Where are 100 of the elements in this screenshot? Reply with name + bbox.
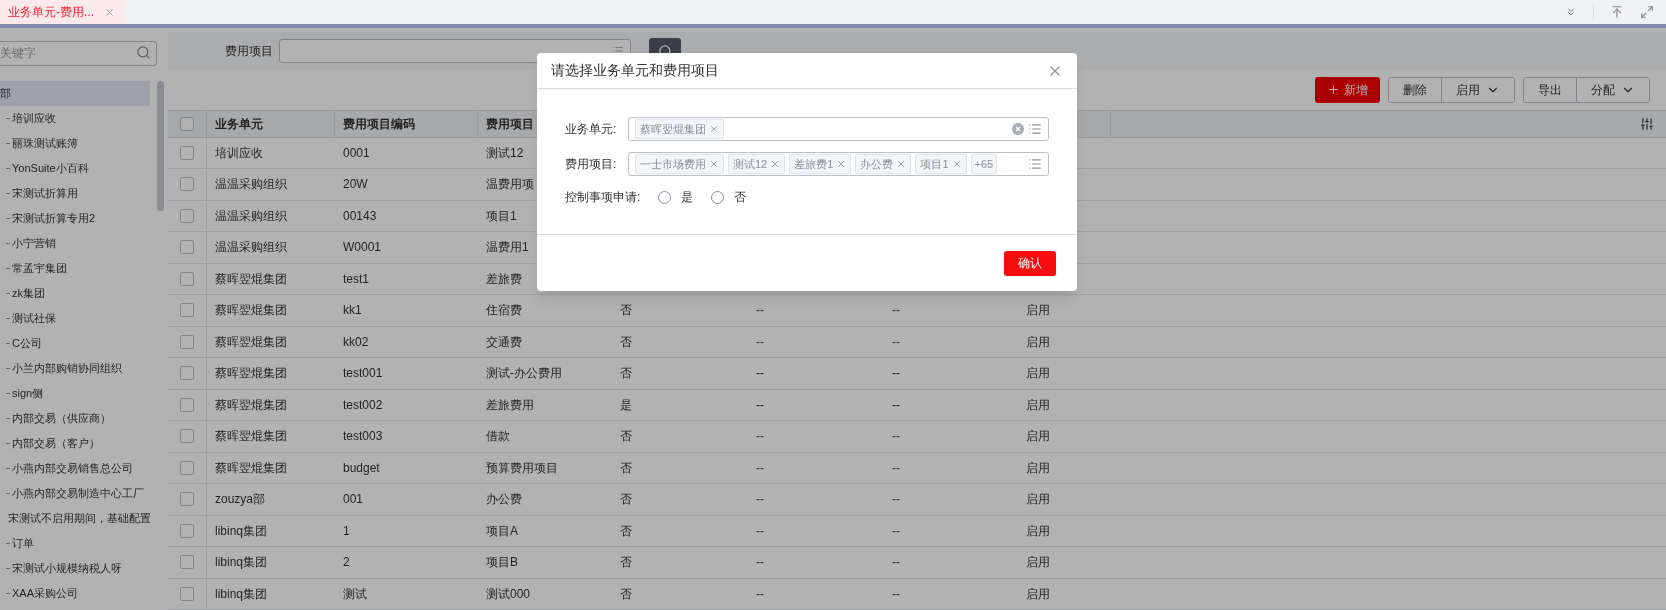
table-cell-text: W0001 [343,239,382,257]
table-cell-text: 培训应收 [215,144,263,162]
row-checkbox[interactable] [180,586,194,601]
column-header[interactable]: 业务单元 [215,114,263,133]
remove-icon[interactable] [896,159,907,169]
remove-icon[interactable] [836,159,847,169]
remove-icon[interactable] [770,159,781,169]
table-cell-text: 否 [620,428,632,446]
toolbar-button[interactable]: 删除 [1389,77,1442,102]
page-tab[interactable]: 业务单元-费用... [0,0,123,24]
row-checkbox[interactable] [180,492,194,507]
radio-option[interactable]: 否 [711,188,747,206]
collapse-icon[interactable] [1565,6,1577,18]
upload-icon[interactable] [1610,5,1624,19]
row-checkbox[interactable] [180,208,194,223]
tree-item[interactable]: 常孟宇集团 [0,256,150,281]
list-icon[interactable] [1028,157,1042,171]
add-button[interactable]: 新增 [1315,76,1380,103]
row-checkbox[interactable] [180,145,194,160]
tree-item[interactable]: 培训应收 [0,106,150,131]
fullscreen-icon[interactable] [1640,5,1654,19]
row-checkbox[interactable] [180,555,194,570]
tree-item[interactable]: 内部交易（供应商） [0,406,150,431]
search-icon[interactable] [136,45,151,60]
table-cell-text: 温费用1 [486,239,529,257]
column-header[interactable]: 费用项目 [486,114,534,133]
row-checkbox[interactable] [180,397,194,412]
tree-item[interactable]: XAA采购公司 [0,581,150,606]
table-cell-text: 差旅费用 [486,396,534,414]
row-checkbox[interactable] [180,116,194,131]
table-cell-text: 否 [620,459,632,477]
table-cell-text: zouzya部 [215,491,266,509]
tree-item[interactable]: C公司 [0,331,150,356]
row-checkbox[interactable] [180,460,194,475]
clear-icon[interactable] [1012,123,1024,135]
tree-item[interactable]: YonSuite小百科 [0,156,150,181]
table-cell-text: 1 [343,522,350,540]
tree-item[interactable]: 测试社保 [0,306,150,331]
field-label: 业务单元: [565,121,618,138]
table-cell-text: -- [892,491,900,509]
row-checkbox[interactable] [180,429,194,444]
row-checkbox[interactable] [180,523,194,538]
column-header[interactable]: 费用项目编码 [343,114,415,133]
plus-icon [1327,83,1340,97]
table-cell-text: -- [756,302,764,320]
table-cell-text: 否 [620,365,632,383]
tree-item[interactable]: 宋测试不启用期间，基础配置 [0,506,150,531]
table-cell-text: 蔡晖翌焜集团 [215,396,287,414]
table-cell-text: 20W [343,176,368,194]
confirm-button[interactable]: 确认 [1004,250,1056,276]
tree-item[interactable]: 小燕内部交易制造中心工厂 [0,481,150,506]
table-cell-text: 启用 [1026,396,1050,414]
table-cell-text: 否 [620,522,632,540]
tree-item[interactable]: 订单 [0,531,150,556]
search-field[interactable]: 关键字 [0,40,157,66]
tree-item[interactable]: 宋测试折算用 [0,181,150,206]
column-settings-icon[interactable] [1640,116,1654,131]
row-checkbox[interactable] [180,334,194,349]
tree-item[interactable]: 小燕内部交易销售总公司 [0,456,150,481]
table-cell-text: 差旅费 [486,270,522,288]
tree-item[interactable]: 丽珠测试账簿 [0,131,150,156]
table-cell-text: -- [892,396,900,414]
close-icon[interactable] [104,6,115,18]
row-checkbox[interactable] [180,271,194,286]
row-checkbox[interactable] [180,366,194,381]
table-cell-text: -- [892,302,900,320]
radio-option[interactable]: 是 [658,188,694,206]
row-checkbox[interactable] [180,240,194,255]
tree-item[interactable]: zk集团 [0,281,150,306]
remove-icon[interactable] [709,159,719,169]
table-cell-text: 否 [620,585,632,603]
scrollbar-thumb[interactable] [157,81,164,211]
table-cell-text: 00143 [343,207,377,225]
table-cell-text: -- [892,585,900,603]
table-cell-text: 交通费 [486,333,522,351]
tree-item[interactable]: 内部交易（客户） [0,431,150,456]
row-checkbox[interactable] [180,177,194,192]
tree-item[interactable]: 宋测试小规模纳税人呀 [0,556,150,581]
table-cell-text: 蔡晖翌焜集团 [215,302,287,320]
tag: 测试12 [728,154,786,174]
row-checkbox[interactable] [180,303,194,318]
table-cell-text: -- [756,365,764,383]
table-cell-text: 办公费 [486,491,522,509]
table-cell-text: 测试12 [486,144,524,162]
tree-item[interactable]: sign侧 [0,381,150,406]
remove-icon[interactable] [709,124,719,134]
table-cell-text: 温温采购组织 [215,176,287,194]
tree-item[interactable]: 宋测试折算专用2 [0,206,150,231]
tree-item[interactable]: 小宁营销 [0,231,150,256]
list-icon[interactable] [1028,122,1042,136]
table-cell-text: 否 [620,302,632,320]
remove-icon[interactable] [951,159,962,169]
table-cell-text: 否 [620,333,632,351]
tree-item[interactable]: 部 [0,81,150,106]
toolbar-button[interactable]: 导出 [1524,77,1577,102]
table-cell-text: kk1 [343,302,362,320]
tag: 一士市场费用 [635,154,724,174]
table-cell-text: -- [756,585,764,603]
table-cell-text: test001 [343,365,383,383]
tree-item[interactable]: 小兰内部购销协同组织 [0,356,150,381]
